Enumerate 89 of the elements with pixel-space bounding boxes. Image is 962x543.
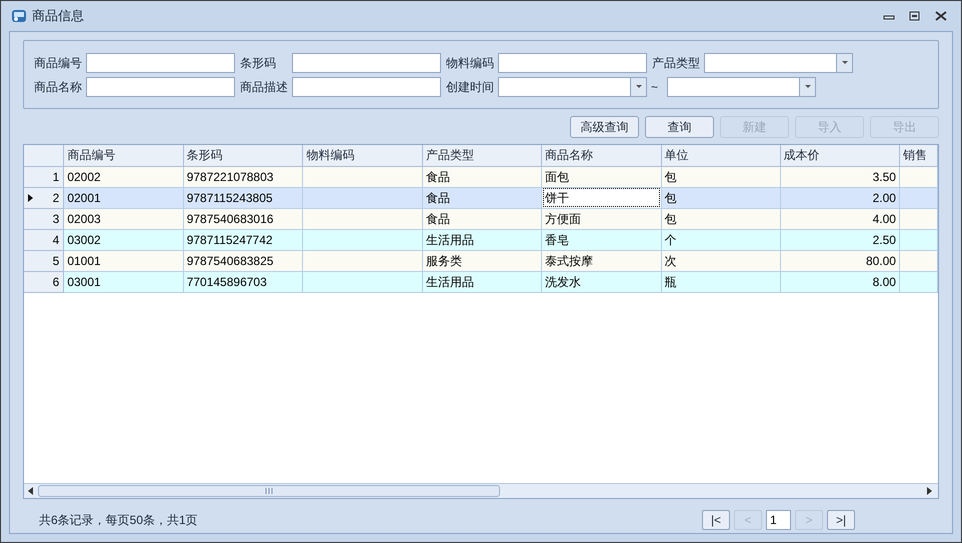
input-field[interactable] xyxy=(292,52,441,72)
window-title: 商品信息 xyxy=(32,7,84,26)
pager-button[interactable]: |< xyxy=(702,510,730,530)
table-cell: 生活用品 xyxy=(426,232,474,246)
table-cell: 4.00 xyxy=(872,212,896,226)
table-row[interactable]: 3 02003 9787540683016 食品 方便面 包 4.00 xyxy=(24,208,938,229)
field-label: 商品描述 xyxy=(240,78,288,96)
field-label: 条形码 xyxy=(240,54,277,72)
caret-icon[interactable] xyxy=(804,84,812,89)
page-number-field[interactable]: 1 xyxy=(766,510,791,530)
scrollbar-thumb[interactable] xyxy=(38,485,500,497)
column-header[interactable]: 物料编码 xyxy=(302,145,422,166)
caret-icon[interactable] xyxy=(634,84,642,89)
horizontal-scrollbar[interactable] xyxy=(24,483,938,498)
table-cell: 食品 xyxy=(426,212,450,226)
maximize-icon[interactable] xyxy=(909,11,921,21)
toolbar-button[interactable]: 高级查询 xyxy=(570,116,639,138)
table-cell: 洗发水 xyxy=(545,274,582,288)
column-header[interactable]: 商品编号 xyxy=(64,145,184,166)
table-cell: 服务类 xyxy=(426,254,462,268)
table-cell: 泰式按摩 xyxy=(545,254,594,268)
field-label: ~ xyxy=(651,78,660,96)
field-label: 物料编码 xyxy=(446,54,494,72)
column-header[interactable]: 条形码 xyxy=(183,145,303,166)
table-cell: 80.00 xyxy=(866,254,896,268)
field-label: 商品编号 xyxy=(34,54,82,72)
table-cell: 01001 xyxy=(67,254,101,268)
table-cell: 03001 xyxy=(67,274,101,288)
field-label: 创建时间 xyxy=(446,78,494,96)
row-number: 3 xyxy=(52,210,60,228)
row-number: 2 xyxy=(52,190,60,206)
pager-button[interactable]: >| xyxy=(827,510,855,530)
column-header[interactable]: 销售 xyxy=(899,145,938,166)
table-cell: 食品 xyxy=(426,170,450,184)
input-field[interactable] xyxy=(292,76,441,96)
column-header[interactable]: 成本价 xyxy=(780,145,900,166)
close-icon[interactable] xyxy=(935,11,947,21)
field-label: 商品名称 xyxy=(34,78,82,96)
table-cell: 9787115243805 xyxy=(186,190,273,204)
dropdown-field[interactable] xyxy=(704,52,853,72)
table-cell: 方便面 xyxy=(545,212,582,226)
column-header[interactable]: 产品类型 xyxy=(422,145,542,166)
current-row-icon xyxy=(28,194,33,202)
table-row[interactable]: 4 03002 9787115247742 生活用品 香皂 个 2.50 xyxy=(24,229,938,250)
date-field[interactable] xyxy=(498,76,647,96)
input-field[interactable] xyxy=(498,52,647,72)
table-cell: 9787221078803 xyxy=(186,170,274,184)
table-cell: 02002 xyxy=(67,170,101,184)
table-cell: 3.50 xyxy=(872,170,896,184)
table-row[interactable]: 1 02002 9787221078803 食品 面包 包 3.50 xyxy=(24,166,938,187)
date-field[interactable] xyxy=(667,76,816,96)
table-cell: 9787540683825 xyxy=(186,254,274,268)
table-cell: 香皂 xyxy=(545,232,570,246)
table-row[interactable]: 2 02001 9787115243805 食品 饼干 包 2.00 xyxy=(24,187,938,208)
table-cell: 次 xyxy=(664,254,677,268)
row-number: 5 xyxy=(52,252,60,270)
table-cell: 9787540683016 xyxy=(186,212,274,226)
table-cell: 生活用品 xyxy=(426,274,474,288)
table-cell: 2.00 xyxy=(872,190,896,204)
input-field[interactable] xyxy=(86,76,235,96)
input-field[interactable] xyxy=(86,52,235,72)
table-cell: 8.00 xyxy=(872,274,896,288)
table-cell: 包 xyxy=(664,212,677,226)
table-cell: 个 xyxy=(664,232,677,246)
record-summary: 共6条记录，每页50条，共1页 xyxy=(39,512,198,529)
table-cell: 03002 xyxy=(67,232,101,246)
app-icon xyxy=(11,8,27,24)
table-cell: 包 xyxy=(664,170,677,184)
field-label: 产品类型 xyxy=(652,54,700,72)
row-number: 1 xyxy=(52,168,60,186)
row-number: 6 xyxy=(52,274,60,290)
column-header[interactable]: 单位 xyxy=(661,145,780,166)
table-cell: 2.50 xyxy=(872,232,896,246)
table-cell: 食品 xyxy=(426,190,450,204)
toolbar-button[interactable]: 查询 xyxy=(645,116,714,138)
table-cell: 770145896703 xyxy=(186,274,267,288)
row-number: 4 xyxy=(52,232,60,248)
table-cell: 饼干 xyxy=(545,190,570,204)
table-cell: 面包 xyxy=(545,170,570,184)
table-row[interactable]: 5 01001 9787540683825 服务类 泰式按摩 次 80.00 xyxy=(24,250,938,271)
table-row[interactable]: 6 03001 770145896703 生活用品 洗发水 瓶 8.00 xyxy=(24,271,938,292)
table-cell: 9787115247742 xyxy=(186,232,273,246)
table-cell: 02003 xyxy=(67,212,101,226)
table-cell: 02001 xyxy=(67,190,101,204)
caret-icon[interactable] xyxy=(840,60,848,65)
table-cell: 瓶 xyxy=(664,274,677,288)
table-cell: 包 xyxy=(664,190,677,204)
column-header[interactable]: 商品名称 xyxy=(542,145,662,166)
header-corner xyxy=(24,145,64,166)
